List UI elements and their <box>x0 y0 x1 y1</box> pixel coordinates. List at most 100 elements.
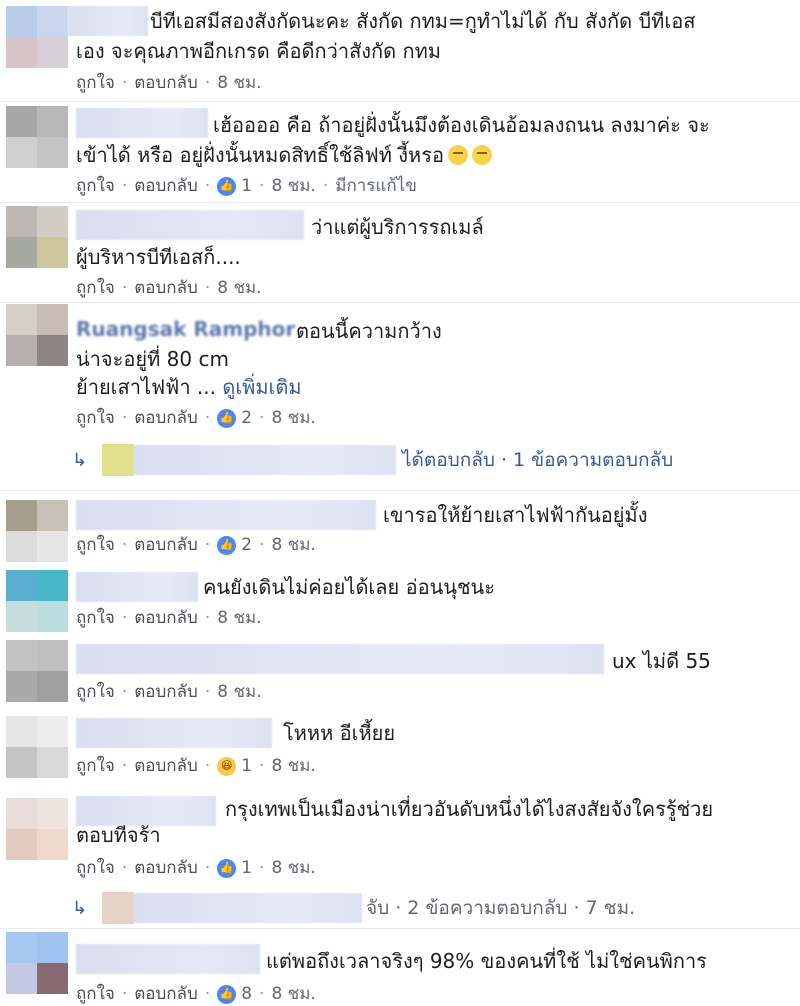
comment-actions: ถูกใจ · ตอบกลับ · 8 ชม. <box>76 71 262 95</box>
comment-text: ผู้บริหารบีทีเอสก็.... <box>76 245 241 269</box>
comment-text: เข้าได้ หรือ อยู่ฝั่งนั้นหมดสิทธิ์ใช้ลิฟ… <box>76 140 492 170</box>
reaction-count[interactable]: 2 <box>241 406 252 430</box>
reply-summary: ได้ตอบกลับ · 1 ข้อความตอบกลับ <box>402 449 674 471</box>
comment-7: ux ไม่ดี 55 ถูกใจ · ตอบกลับ · 8 ชม. <box>0 640 800 716</box>
comment-actions: ถูกใจ · ตอบกลับ · 👍 2 · 8 ชม. <box>76 406 316 430</box>
like-reaction-icon[interactable]: 👍 <box>217 984 237 1004</box>
reaction-count[interactable]: 1 <box>241 754 252 778</box>
comment-text: ux ไม่ดี 55 <box>612 649 711 673</box>
comment-text: คนยังเดินไม่ค่อยได้เลย อ่อนนุชนะ <box>203 575 495 599</box>
reply-link[interactable]: ตอบกลับ <box>134 406 198 430</box>
like-link[interactable]: ถูกใจ <box>76 533 115 557</box>
reply-link[interactable]: ตอบกลับ <box>134 174 198 198</box>
commenter-name[interactable] <box>76 210 304 240</box>
like-link[interactable]: ถูกใจ <box>76 71 115 95</box>
haha-reaction-icon[interactable]: 😆 <box>217 756 237 776</box>
like-link[interactable]: ถูกใจ <box>76 406 115 430</box>
divider <box>0 490 800 491</box>
reaction-count[interactable]: 1 <box>241 174 252 198</box>
like-link[interactable]: ถูกใจ <box>76 856 115 880</box>
reply-link[interactable]: ตอบกลับ <box>134 754 198 778</box>
reply-link[interactable]: ตอบกลับ <box>134 71 198 95</box>
avatar[interactable] <box>6 304 68 366</box>
timestamp[interactable]: 8 ชม. <box>217 71 261 95</box>
commenter-name[interactable] <box>76 718 272 748</box>
avatar[interactable] <box>6 206 68 268</box>
unamused-emoji-icon <box>471 145 492 165</box>
comment-text: ตอบทีจร้า <box>76 823 161 847</box>
comment-6: คนยังเดินไม่ค่อยได้เลย อ่อนนุชนะ ถูกใจ ·… <box>0 570 800 640</box>
avatar[interactable] <box>6 6 68 68</box>
reply-avatar <box>102 892 134 924</box>
commenter-name[interactable] <box>76 500 376 530</box>
like-link[interactable]: ถูกใจ <box>76 174 115 198</box>
reaction-count[interactable]: 2 <box>241 533 252 557</box>
reply-arrow-icon: ↳ <box>72 897 88 919</box>
commenter-name[interactable] <box>76 108 208 138</box>
reaction-count[interactable]: 1 <box>241 856 252 880</box>
reply-summary: จับ · 2 ข้อความตอบกลับ · 7 ชม. <box>366 897 636 919</box>
timestamp[interactable]: 8 ชม. <box>217 606 261 630</box>
reply-link[interactable]: ตอบกลับ <box>134 606 198 630</box>
comment-3: ว่าแต่ผู้บริการรถเมล์ ผู้บริหารบีทีเอสก็… <box>0 206 800 302</box>
like-reaction-icon[interactable]: 👍 <box>217 535 237 555</box>
like-link[interactable]: ถูกใจ <box>76 680 115 704</box>
reply-avatar <box>102 444 134 476</box>
comment-actions: ถูกใจ · ตอบกลับ · 😆 1 · 8 ชม. <box>76 754 316 778</box>
like-link[interactable]: ถูกใจ <box>76 754 115 778</box>
comment-2: เฮ้ออออ คือ ถ้าอยู่ฝั่งนั้นมึงต้องเดินอ้… <box>0 106 800 202</box>
commenter-name[interactable] <box>76 572 198 602</box>
comment-actions: ถูกใจ · ตอบกลับ · 👍 2 · 8 ชม. <box>76 533 316 557</box>
avatar[interactable] <box>6 570 68 632</box>
divider <box>0 302 800 303</box>
timestamp[interactable]: 8 ชม. <box>217 276 261 300</box>
reply-arrow-icon: ↳ <box>72 449 88 471</box>
comment-actions: ถูกใจ · ตอบกลับ · 8 ชม. <box>76 276 262 300</box>
reply-link[interactable]: ตอบกลับ <box>134 856 198 880</box>
like-reaction-icon[interactable]: 👍 <box>217 858 237 878</box>
like-link[interactable]: ถูกใจ <box>76 982 115 1006</box>
unamused-emoji-icon <box>447 145 468 165</box>
comment-8: โหหห อีเหี้ยย ถูกใจ · ตอบกลับ · 😆 1 · 8 … <box>0 716 800 794</box>
comment-text: โหหห อีเหี้ยย <box>283 721 396 745</box>
divider <box>0 101 800 102</box>
timestamp[interactable]: 8 ชม. <box>271 174 315 198</box>
timestamp[interactable]: 8 ชม. <box>271 982 315 1006</box>
reply-link[interactable]: ตอบกลับ <box>134 276 198 300</box>
comment-text: บีทีเอสมีสองสังกัดนะคะ สังกัด กทม=กูทำไม… <box>150 9 696 33</box>
comment-1: บีทีเอสมีสองสังกัดนะคะ สังกัด กทม=กูทำไม… <box>0 0 800 100</box>
comment-actions: ถูกใจ · ตอบกลับ · 8 ชม. <box>76 606 262 630</box>
edited-label[interactable]: มีการแก้ไข <box>335 174 417 198</box>
avatar[interactable] <box>6 640 68 702</box>
comment-text: กรุงเทพเป็นเมืองน่าเที่ยวอันดับหนึ่งได้ไ… <box>225 797 714 821</box>
like-link[interactable]: ถูกใจ <box>76 276 115 300</box>
comment-actions: ถูกใจ · ตอบกลับ · 👍 1 · 8 ชม. · มีการแก้… <box>76 174 417 198</box>
commenter-name[interactable]: Ruangsak Ramphor <box>76 314 295 344</box>
reply-link[interactable]: ตอบกลับ <box>134 533 198 557</box>
comment-actions: ถูกใจ · ตอบกลับ · 👍 1 · 8 ชม. <box>76 856 316 880</box>
timestamp[interactable]: 8 ชม. <box>271 754 315 778</box>
timestamp[interactable]: 8 ชม. <box>271 856 315 880</box>
timestamp[interactable]: 8 ชม. <box>271 533 315 557</box>
like-reaction-icon[interactable]: 👍 <box>217 176 237 196</box>
commenter-name[interactable] <box>76 944 260 974</box>
avatar[interactable] <box>6 798 68 860</box>
like-link[interactable]: ถูกใจ <box>76 606 115 630</box>
see-more-link[interactable]: ดูเพิ่มเติม <box>222 375 301 399</box>
comment-actions: ถูกใจ · ตอบกลับ · 👍 8 · 8 ชม. <box>76 982 316 1006</box>
avatar[interactable] <box>6 932 68 994</box>
avatar[interactable] <box>6 500 68 562</box>
avatar[interactable] <box>6 106 68 168</box>
commenter-name[interactable] <box>68 6 148 36</box>
reply-link[interactable]: ตอบกลับ <box>134 982 198 1006</box>
view-replies-link[interactable]: ↳ จับ · 2 ข้อความตอบกลับ · 7 ชม. <box>72 890 635 926</box>
commenter-name[interactable] <box>76 644 604 674</box>
reply-link[interactable]: ตอบกลับ <box>134 680 198 704</box>
timestamp[interactable]: 8 ชม. <box>217 680 261 704</box>
avatar[interactable] <box>6 716 68 778</box>
view-replies-link[interactable]: ↳ ได้ตอบกลับ · 1 ข้อความตอบกลับ <box>72 442 673 478</box>
like-reaction-icon[interactable]: 👍 <box>217 408 237 428</box>
reaction-count[interactable]: 8 <box>241 982 252 1006</box>
comment-text: เอง จะคุณภาพอีกเกรด คือดีกว่าสังกัด กทม <box>76 39 441 63</box>
timestamp[interactable]: 8 ชม. <box>271 406 315 430</box>
